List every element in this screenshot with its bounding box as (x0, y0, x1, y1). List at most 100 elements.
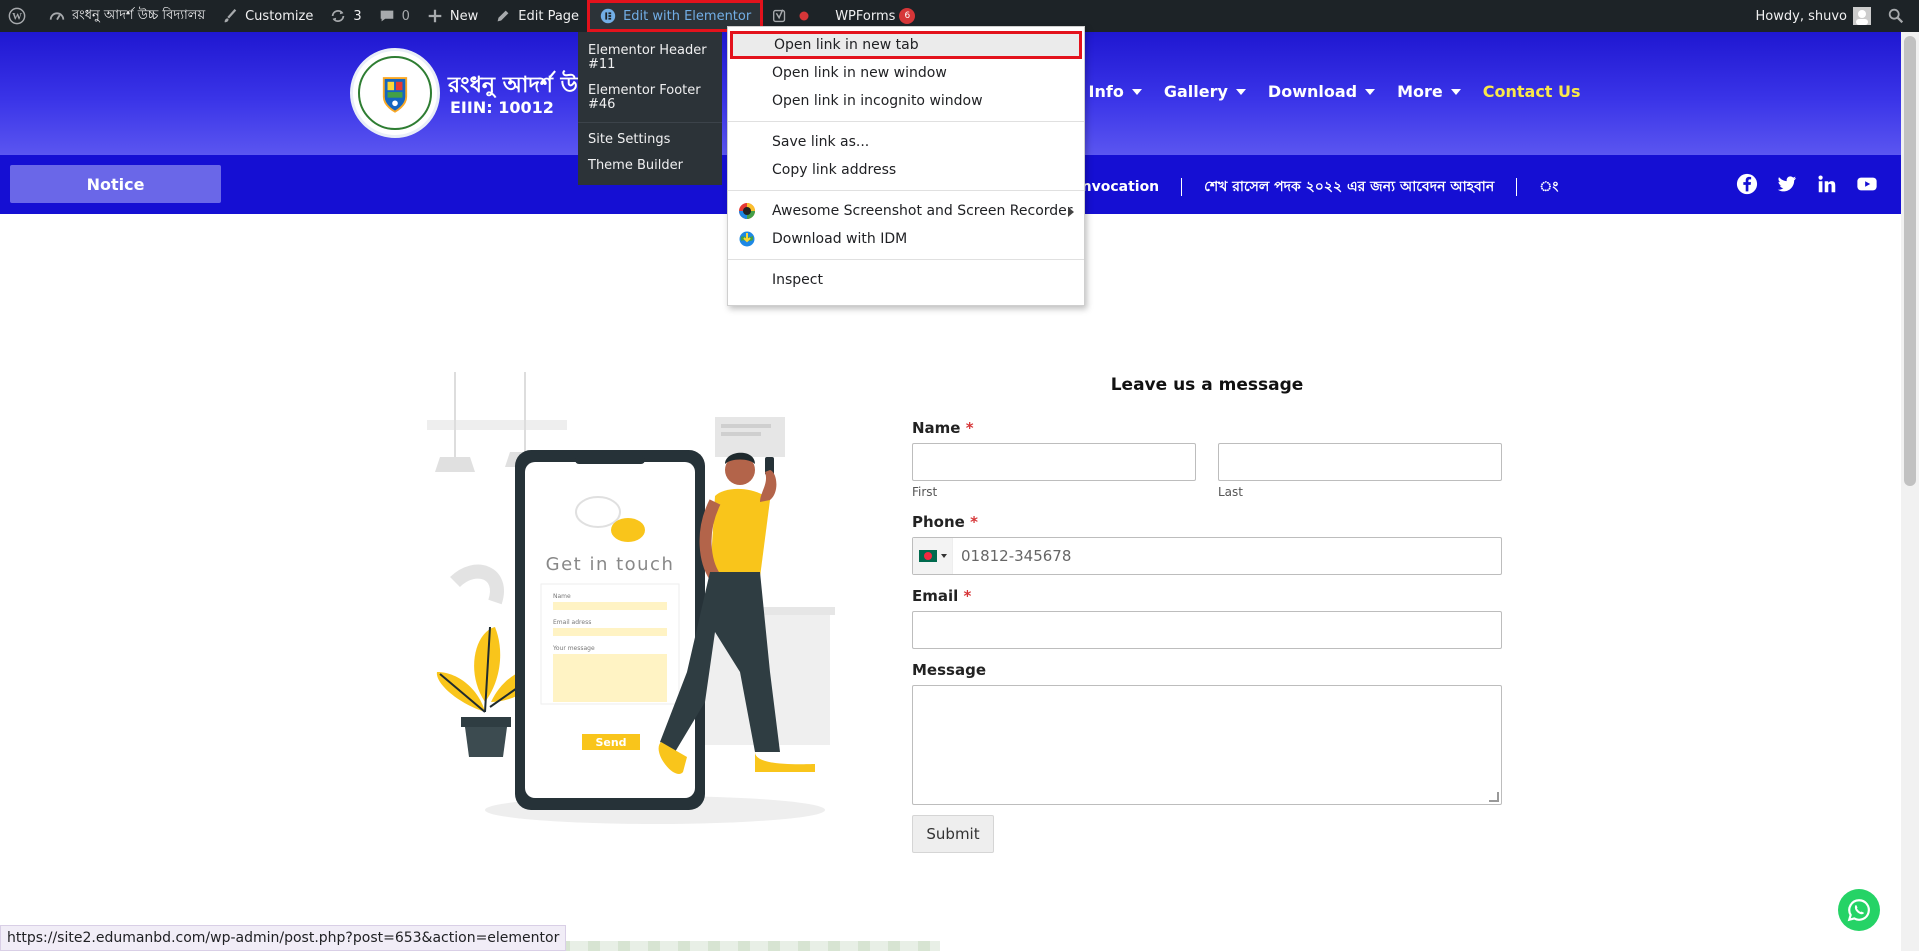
ticker-divider (1181, 178, 1183, 196)
status-dot-icon (795, 7, 813, 25)
comment-icon (378, 7, 396, 25)
phone-input[interactable]: 01812-345678 (912, 537, 1502, 575)
main-nav: ic Info Gallery Download More Contact Us (1068, 82, 1581, 101)
ctx-item-label: Awesome Screenshot and Screen Recorder (772, 203, 1073, 219)
new-label: New (449, 8, 479, 24)
ctx-item-label: Save link as... (772, 134, 870, 150)
illustration-field-label: Your message (552, 645, 595, 652)
youtube-icon[interactable] (1856, 173, 1878, 199)
chevron-down-icon (940, 554, 947, 558)
updates-count: 3 (353, 8, 362, 24)
ctx-save-link-as[interactable]: Save link as... (728, 128, 1084, 156)
phone-label-text: Phone (912, 513, 965, 531)
page-scrollbar[interactable] (1901, 32, 1919, 951)
ctx-item-label: Open link in new window (772, 65, 947, 81)
twitter-icon[interactable] (1776, 173, 1798, 199)
illustration-heading: Get in touch (546, 554, 675, 575)
notice-button[interactable]: Notice (10, 165, 221, 203)
nav-item-download[interactable]: Download (1267, 82, 1376, 101)
elementor-menu-item-footer[interactable]: Elementor Footer #46 (578, 78, 722, 118)
ctx-open-new-window[interactable]: Open link in new window (728, 59, 1084, 87)
updates-icon (329, 7, 347, 25)
linkedin-icon[interactable] (1816, 173, 1838, 199)
phone-placeholder: 01812-345678 (961, 547, 1072, 565)
my-account-menu[interactable]: Howdy, shuvo (1748, 0, 1879, 32)
map-preview (540, 941, 940, 951)
site-name-menu[interactable]: রংধনু আদর্শ উচ্চ বিদ্যালয় (40, 0, 213, 32)
nav-item-more[interactable]: More (1397, 82, 1461, 101)
resize-handle-icon[interactable] (1489, 792, 1499, 802)
ctx-item-label: Download with IDM (772, 231, 908, 247)
get-in-touch-illustration: Get in touch Name Email adress Your mess… (425, 372, 855, 832)
elementor-menu-item-theme-builder[interactable]: Theme Builder (578, 153, 722, 179)
comments-link[interactable]: 0 (370, 0, 418, 32)
nav-item-contact-us[interactable]: Contact Us (1483, 82, 1581, 101)
chevron-down-icon (1131, 88, 1142, 95)
message-textarea[interactable] (912, 685, 1502, 805)
edit-page-label: Edit Page (518, 8, 580, 24)
chevron-down-icon (1450, 88, 1461, 95)
elementor-menu-item-site-settings[interactable]: Site Settings (578, 127, 722, 153)
wpforms-count-badge: 6 (899, 8, 916, 24)
notice-ticker: onvocation শেখ রাসেল পদক ২০২২ এর জন্য আব… (1072, 175, 1558, 199)
wp-logo-menu[interactable]: W (0, 0, 40, 32)
ctx-item-label: Open link in incognito window (772, 93, 983, 109)
yoast-icon (771, 7, 789, 25)
ctx-inspect[interactable]: Inspect (728, 266, 1084, 294)
site-eiin: EIIN: 10012 (450, 98, 554, 117)
ticker-item[interactable]: শেখ রাসেল পদক ২০২২ এর জন্য আবেদন আহবান (1204, 175, 1494, 199)
nav-item-label: Download (1267, 82, 1358, 101)
nav-item-gallery[interactable]: Gallery (1164, 82, 1246, 101)
illustration-send: Send (595, 736, 626, 749)
contact-form: Leave us a message Name * First Last Pho… (912, 375, 1502, 853)
customize-link[interactable]: Customize (213, 0, 321, 32)
browser-status-bar: https://site2.edumanbd.com/wp-admin/post… (0, 925, 567, 951)
last-name-input[interactable] (1218, 443, 1502, 481)
facebook-icon[interactable] (1736, 173, 1758, 199)
ctx-open-incognito[interactable]: Open link in incognito window (728, 87, 1084, 115)
ctx-open-new-tab[interactable]: Open link in new tab (730, 31, 1082, 59)
awesome-screenshot-icon (738, 202, 756, 220)
updates-link[interactable]: 3 (321, 0, 369, 32)
ctx-awesome-screenshot[interactable]: Awesome Screenshot and Screen Recorder (728, 197, 1084, 225)
illustration-field-label: Email adress (553, 619, 591, 626)
first-name-input[interactable] (912, 443, 1196, 481)
required-mark: * (970, 513, 978, 531)
social-links (1736, 173, 1878, 199)
ctx-item-label: Inspect (772, 272, 823, 288)
country-select[interactable] (913, 538, 953, 574)
wordpress-icon: W (8, 7, 26, 25)
whatsapp-button[interactable] (1838, 889, 1880, 931)
school-logo[interactable] (350, 48, 440, 138)
pencil-icon (494, 7, 512, 25)
required-mark: * (965, 419, 974, 437)
admin-search[interactable] (1879, 0, 1919, 32)
ticker-item[interactable]: ং (1539, 175, 1558, 199)
form-title: Leave us a message (1110, 375, 1304, 395)
edit-with-elementor-label: Edit with Elementor (623, 8, 752, 24)
edit-page-link[interactable]: Edit Page (486, 0, 587, 32)
last-name-sublabel: Last (1218, 485, 1243, 499)
avatar (1853, 7, 1871, 25)
email-input[interactable] (912, 611, 1502, 649)
ctx-copy-link-address[interactable]: Copy link address (728, 156, 1084, 184)
search-icon (1887, 7, 1905, 25)
ctx-item-label: Copy link address (772, 162, 897, 178)
submit-button[interactable]: Submit (912, 815, 994, 853)
ticker-divider (1516, 178, 1518, 196)
phone-label: Phone * (912, 513, 1502, 531)
name-label-text: Name (912, 419, 961, 437)
scrollbar-thumb[interactable] (1904, 36, 1916, 486)
ticker-item[interactable]: onvocation (1072, 179, 1159, 195)
new-content-menu[interactable]: New (418, 0, 486, 32)
school-seal-icon (358, 56, 432, 130)
first-name-sublabel: First (912, 485, 938, 499)
illustration-field-label: Name (553, 593, 571, 600)
svg-text:W: W (12, 12, 22, 23)
menu-divider (578, 122, 722, 123)
ctx-download-idm[interactable]: Download with IDM (728, 225, 1084, 253)
elementor-menu-item-header[interactable]: Elementor Header #11 (578, 38, 722, 78)
browser-context-menu: Open link in new tab Open link in new wi… (727, 26, 1085, 306)
nav-item-label: Contact Us (1482, 82, 1581, 101)
elementor-icon (599, 7, 617, 25)
